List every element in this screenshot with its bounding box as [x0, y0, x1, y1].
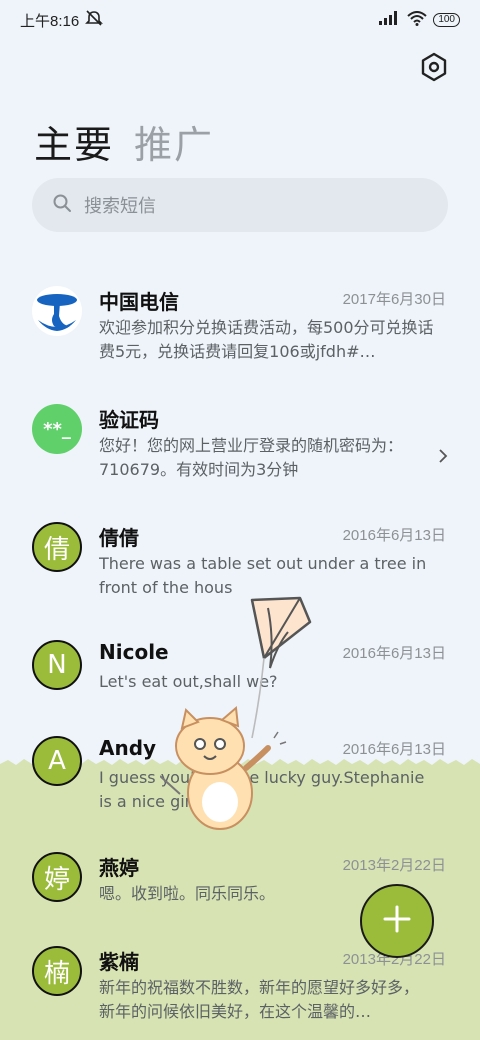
settings-button[interactable] [418, 52, 450, 86]
search-input[interactable]: 搜索短信 [32, 178, 448, 232]
message-preview: 欢迎参加积分兑换话费活动，每500分可兑换话费5元，兑换话费请回复106或jfd… [99, 318, 434, 361]
cat-kite-illustration [159, 588, 320, 842]
status-bar: 上午8:16 100 [0, 0, 480, 40]
china-telecom-logo [32, 286, 82, 336]
message-date: 2016年6月13日 [342, 741, 446, 758]
avatar: 婷 [32, 852, 82, 902]
sender-name: 紫楠 [99, 950, 139, 974]
sender-name: 燕婷 [99, 856, 139, 880]
search-placeholder: 搜索短信 [84, 196, 156, 217]
signal-icon [379, 11, 401, 29]
avatar: **_ [32, 404, 82, 454]
avatar: 倩 [32, 522, 82, 572]
message-preview: 您好！您的网上营业厅登录的随机密码为：710679。有效时间为3分钟 [99, 436, 404, 479]
avatar: 楠 [32, 946, 82, 996]
wifi-icon [407, 10, 427, 30]
message-date: 2017年6月30日 [342, 291, 446, 308]
search-icon [52, 193, 72, 217]
sender-name: 倩倩 [99, 526, 139, 550]
message-date: 2016年6月13日 [342, 527, 446, 544]
sender-name: 验证码 [99, 408, 159, 432]
message-item[interactable]: **_ 验证码 您好！您的网上营业厅登录的随机密码为：710679。有效时间为3… [0, 386, 480, 496]
mute-icon [85, 10, 104, 30]
tab-primary[interactable]: 主要 [34, 114, 114, 169]
chevron-right-icon [438, 448, 448, 468]
message-date: 2016年6月13日 [342, 645, 446, 662]
tab-bar: 主要 推广 [34, 114, 214, 169]
message-preview: 新年的祝福数不胜数，新年的愿望好多好多，新年的问候依旧美好，在这个温馨的… [99, 978, 420, 1021]
status-time: 上午8:16 [20, 12, 80, 30]
message-item[interactable]: 中国电信 2017年6月30日 欢迎参加积分兑换话费活动，每500分可兑换话费5… [0, 268, 480, 378]
sender-name: 中国电信 [99, 290, 179, 314]
sender-name: Nicole [99, 640, 169, 664]
sender-name: Andy [99, 736, 157, 760]
tab-promotions[interactable]: 推广 [134, 114, 214, 169]
new-message-button[interactable] [360, 884, 434, 958]
avatar: A [32, 736, 82, 786]
battery-indicator: 100 [433, 13, 460, 27]
avatar: N [32, 640, 82, 690]
hexagon-settings-icon [420, 52, 448, 86]
message-date: 2013年2月22日 [342, 857, 446, 874]
plus-icon [383, 905, 411, 937]
